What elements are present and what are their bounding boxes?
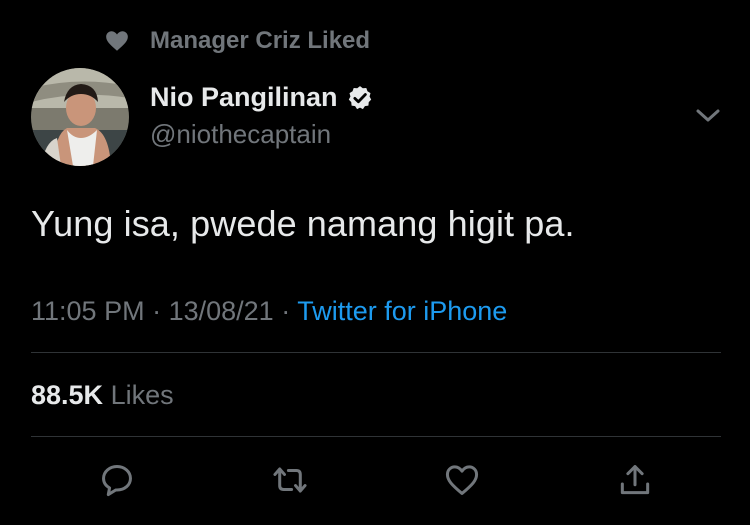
divider — [31, 352, 721, 353]
reply-icon — [102, 465, 132, 497]
user-handle[interactable]: @niothecaptain — [150, 119, 331, 150]
verified-badge-icon — [348, 85, 371, 109]
tweet-date: 13/08/21 — [168, 296, 274, 326]
likes-label: Likes — [110, 380, 174, 410]
retweet-icon — [273, 467, 307, 493]
context-label: Manager Criz Liked — [150, 27, 371, 54]
display-name[interactable]: Nio Pangilinan — [150, 82, 338, 113]
likes-count: 88.5K — [31, 380, 104, 410]
tweet-text: Yung isa, pwede namang higit pa. — [31, 203, 575, 244]
likes-stat[interactable]: 88.5K Likes — [31, 380, 174, 411]
avatar-image — [31, 68, 129, 166]
avatar[interactable] — [31, 68, 129, 166]
meta-separator: · — [273, 296, 298, 326]
tweet-metadata: 11:05 PM · 13/08/21 · Twitter for iPhone — [31, 296, 507, 327]
like-button[interactable] — [440, 458, 484, 502]
retweet-button[interactable] — [268, 458, 312, 502]
reply-button[interactable] — [95, 458, 139, 502]
heart-icon — [106, 31, 128, 51]
chevron-down-icon[interactable] — [690, 100, 726, 130]
meta-separator: · — [144, 296, 169, 326]
like-icon — [445, 465, 479, 495]
share-icon — [620, 465, 650, 495]
tweet-time: 11:05 PM — [31, 296, 145, 326]
social-context: Manager Criz Liked — [104, 26, 370, 56]
tweet-source-link[interactable]: Twitter for iPhone — [297, 296, 507, 326]
author-name-row[interactable]: Nio Pangilinan — [150, 82, 374, 113]
divider — [31, 436, 721, 437]
share-button[interactable] — [613, 458, 657, 502]
